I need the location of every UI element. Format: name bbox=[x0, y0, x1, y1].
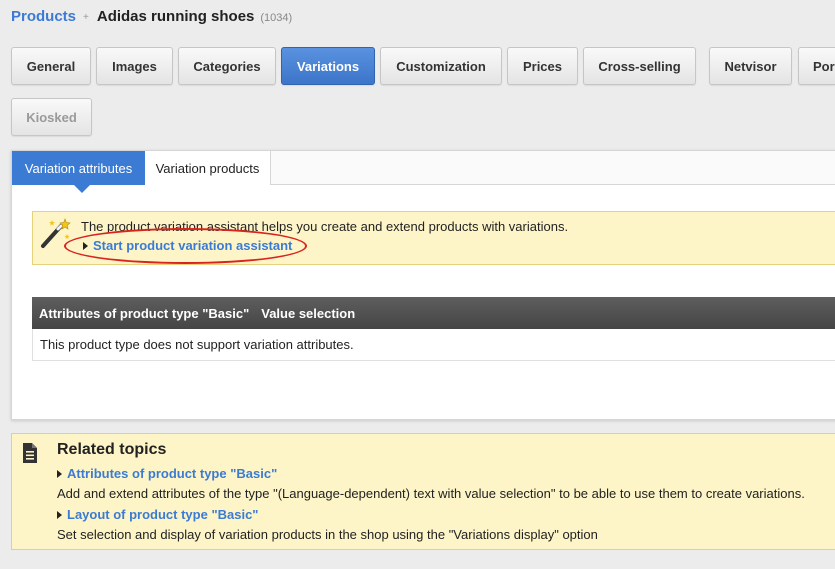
related-description: Set selection and display of variation p… bbox=[57, 527, 598, 542]
start-assistant-label: Start product variation assistant bbox=[93, 238, 293, 253]
active-subtab-pointer bbox=[74, 185, 90, 193]
subtab-variation-attributes[interactable]: Variation attributes bbox=[12, 151, 145, 185]
header-value-selection: Value selection bbox=[261, 305, 356, 321]
related-link-attributes[interactable]: Attributes of product type "Basic" bbox=[57, 466, 277, 481]
magic-wand-icon bbox=[41, 218, 71, 248]
header-attributes: Attributes of product type "Basic" bbox=[39, 305, 250, 321]
tab-cross-selling[interactable]: Cross-selling bbox=[583, 47, 696, 85]
related-link-label: Attributes of product type "Basic" bbox=[67, 466, 278, 481]
related-link-layout[interactable]: Layout of product type "Basic" bbox=[57, 507, 258, 522]
document-icon bbox=[23, 443, 37, 463]
attributes-table: Attributes of product type "Basic" Value… bbox=[32, 297, 835, 361]
no-attributes-message: This product type does not support varia… bbox=[40, 337, 354, 352]
product-tabs: General Images Categories Variations Cus… bbox=[0, 0, 835, 140]
tab-netvisor[interactable]: Netvisor bbox=[709, 47, 792, 85]
tab-general[interactable]: General bbox=[11, 47, 91, 85]
related-topics-title: Related topics bbox=[57, 441, 167, 458]
tab-prices[interactable]: Prices bbox=[507, 47, 578, 85]
variation-assistant-box: The product variation assistant helps yo… bbox=[32, 211, 835, 265]
related-topics-box: Related topics Attributes of product typ… bbox=[11, 433, 835, 550]
assistant-description: The product variation assistant helps yo… bbox=[81, 219, 569, 234]
table-row: This product type does not support varia… bbox=[32, 329, 835, 361]
attributes-table-header: Attributes of product type "Basic" Value… bbox=[32, 297, 835, 329]
tab-variations[interactable]: Variations bbox=[281, 47, 375, 85]
subtab-variation-products[interactable]: Variation products bbox=[145, 151, 271, 185]
tab-kiosked[interactable]: Kiosked bbox=[11, 98, 92, 136]
start-assistant-link[interactable]: Start product variation assistant bbox=[83, 238, 292, 253]
caret-right-icon bbox=[57, 510, 62, 519]
caret-right-icon bbox=[83, 241, 88, 250]
related-link-label: Layout of product type "Basic" bbox=[67, 507, 259, 522]
related-description: Add and extend attributes of the type "(… bbox=[57, 486, 805, 501]
variations-panel: Variation attributes Variation products … bbox=[11, 150, 835, 420]
tab-categories[interactable]: Categories bbox=[178, 47, 276, 85]
caret-right-icon bbox=[57, 469, 62, 478]
tab-images[interactable]: Images bbox=[96, 47, 173, 85]
tab-customization[interactable]: Customization bbox=[380, 47, 502, 85]
tab-portal-truncated[interactable]: Por bbox=[798, 47, 835, 85]
subtab-bar: Variation attributes Variation products bbox=[12, 151, 835, 185]
